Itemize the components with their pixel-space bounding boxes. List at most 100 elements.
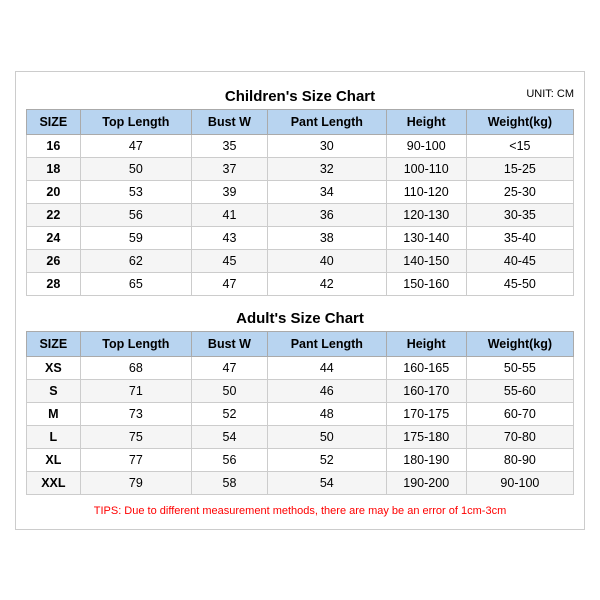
table-cell: 22 [27,203,81,226]
table-row: L755450175-18070-80 [27,425,574,448]
table-row: 1647353090-100<15 [27,134,574,157]
table-cell: 70-80 [466,425,573,448]
table-cell: 43 [191,226,267,249]
table-cell: 54 [267,471,386,494]
table-cell: 40-45 [466,249,573,272]
table-cell: 25-30 [466,180,573,203]
table-row: 22564136120-13030-35 [27,203,574,226]
table-row: 24594338130-14035-40 [27,226,574,249]
table-cell: 77 [80,448,191,471]
table-cell: 28 [27,272,81,295]
children-title-text: Children's Size Chart [225,88,375,105]
adult-col-header-pant-length: Pant Length [267,331,386,356]
table-cell: 50 [191,379,267,402]
table-cell: 42 [267,272,386,295]
children-section-title: Children's Size Chart UNIT: CM [26,82,574,109]
table-row: 18503732100-11015-25 [27,157,574,180]
table-cell: 50 [80,157,191,180]
adult-col-header-bust-w: Bust W [191,331,267,356]
adult-section: Adult's Size Chart SIZE Top Length Bust … [26,304,574,495]
table-cell: 59 [80,226,191,249]
table-cell: 39 [191,180,267,203]
table-cell: 47 [191,356,267,379]
adult-col-header-weight: Weight(kg) [466,331,573,356]
table-cell: 52 [267,448,386,471]
table-cell: 20 [27,180,81,203]
tips-text: TIPS: Due to different measurement metho… [26,503,574,519]
table-cell: 170-175 [386,402,466,425]
size-chart-container: Children's Size Chart UNIT: CM SIZE Top … [15,71,585,530]
adult-section-title: Adult's Size Chart [26,304,574,331]
adult-table-header-row: SIZE Top Length Bust W Pant Length Heigh… [27,331,574,356]
table-cell: 48 [267,402,386,425]
adult-col-header-height: Height [386,331,466,356]
adult-title-text: Adult's Size Chart [236,310,364,327]
table-cell: 38 [267,226,386,249]
children-size-table: SIZE Top Length Bust W Pant Length Heigh… [26,109,574,296]
table-cell: 60-70 [466,402,573,425]
table-cell: M [27,402,81,425]
table-cell: 35-40 [466,226,573,249]
table-cell: 30 [267,134,386,157]
table-cell: 80-90 [466,448,573,471]
table-cell: 45 [191,249,267,272]
table-cell: 62 [80,249,191,272]
table-cell: 58 [191,471,267,494]
table-cell: 26 [27,249,81,272]
table-cell: 16 [27,134,81,157]
col-header-top-length: Top Length [80,109,191,134]
table-cell: 75 [80,425,191,448]
table-cell: XS [27,356,81,379]
table-cell: <15 [466,134,573,157]
table-cell: 130-140 [386,226,466,249]
col-header-pant-length: Pant Length [267,109,386,134]
table-cell: 68 [80,356,191,379]
table-cell: 160-165 [386,356,466,379]
table-row: 28654742150-16045-50 [27,272,574,295]
table-cell: 71 [80,379,191,402]
table-cell: 52 [191,402,267,425]
table-cell: 100-110 [386,157,466,180]
col-header-size: SIZE [27,109,81,134]
table-cell: 55-60 [466,379,573,402]
table-row: 20533934110-12025-30 [27,180,574,203]
table-row: XXL795854190-20090-100 [27,471,574,494]
table-cell: 175-180 [386,425,466,448]
table-cell: 56 [191,448,267,471]
col-header-bust-w: Bust W [191,109,267,134]
table-cell: 140-150 [386,249,466,272]
table-cell: L [27,425,81,448]
table-cell: 15-25 [466,157,573,180]
table-cell: 40 [267,249,386,272]
table-cell: S [27,379,81,402]
table-cell: 180-190 [386,448,466,471]
table-cell: 37 [191,157,267,180]
adult-col-header-top-length: Top Length [80,331,191,356]
table-cell: 79 [80,471,191,494]
children-table-header-row: SIZE Top Length Bust W Pant Length Heigh… [27,109,574,134]
adult-size-table: SIZE Top Length Bust W Pant Length Heigh… [26,331,574,495]
col-header-weight: Weight(kg) [466,109,573,134]
adult-col-header-size: SIZE [27,331,81,356]
table-row: 26624540140-15040-45 [27,249,574,272]
table-row: XL775652180-19080-90 [27,448,574,471]
table-cell: 24 [27,226,81,249]
table-cell: 50 [267,425,386,448]
table-cell: 53 [80,180,191,203]
table-cell: 120-130 [386,203,466,226]
table-cell: 73 [80,402,191,425]
table-cell: 190-200 [386,471,466,494]
table-cell: 41 [191,203,267,226]
table-cell: 18 [27,157,81,180]
table-cell: 47 [191,272,267,295]
table-cell: 36 [267,203,386,226]
col-header-height: Height [386,109,466,134]
table-cell: 34 [267,180,386,203]
table-row: M735248170-17560-70 [27,402,574,425]
table-cell: 46 [267,379,386,402]
table-row: S715046160-17055-60 [27,379,574,402]
table-cell: 90-100 [466,471,573,494]
table-cell: 47 [80,134,191,157]
table-cell: 56 [80,203,191,226]
table-cell: 32 [267,157,386,180]
